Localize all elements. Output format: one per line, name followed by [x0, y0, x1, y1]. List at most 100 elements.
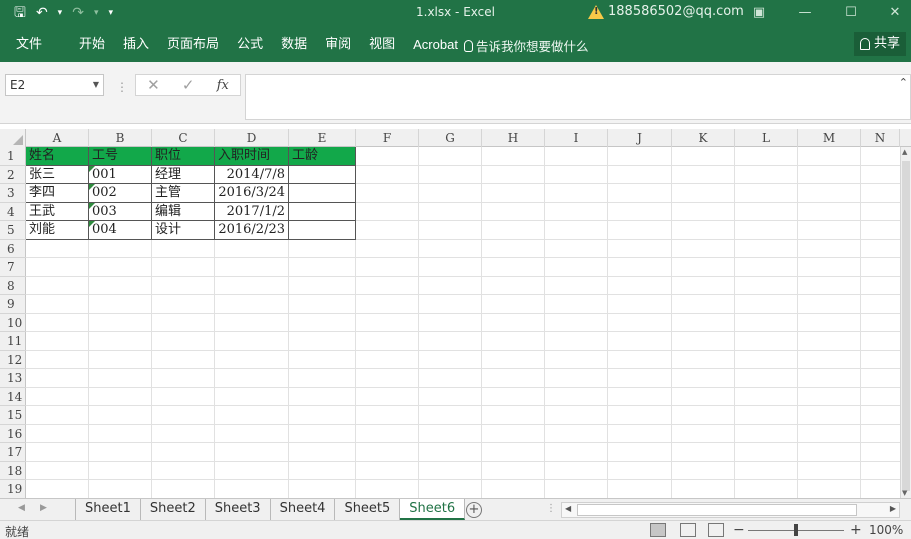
undo-dropdown-icon[interactable]: ▾	[58, 3, 63, 23]
row-header-14[interactable]: 14	[0, 388, 26, 406]
cell-a3[interactable]: 李四	[26, 184, 89, 203]
tell-me-box[interactable]: 告诉我你想要做什么	[464, 36, 589, 55]
row-header-17[interactable]: 17	[0, 443, 26, 462]
zoom-out-button[interactable]: −	[733, 521, 745, 539]
cell-e3[interactable]	[289, 184, 356, 203]
column-header-m[interactable]: M	[798, 129, 861, 147]
column-header-d[interactable]: D	[215, 129, 289, 147]
cell-b3[interactable]: 002	[89, 184, 152, 203]
error-indicator-icon[interactable]	[89, 165, 95, 172]
tab-split-grip[interactable]: ⋮	[546, 503, 556, 514]
sheet-tab-sheet2[interactable]: Sheet2	[141, 499, 206, 520]
tab-home[interactable]: 开始	[70, 36, 114, 54]
error-indicator-icon[interactable]	[89, 184, 95, 190]
cell-e2[interactable]	[289, 165, 356, 184]
scroll-up-icon[interactable]: ▲	[902, 148, 907, 156]
row-header-1[interactable]: 1	[0, 147, 26, 166]
row-header-3[interactable]: 3	[0, 184, 26, 203]
formula-bar-grip[interactable]: ⋮	[116, 80, 128, 94]
column-header-j[interactable]: J	[608, 129, 672, 147]
customize-qat-icon[interactable]: ▾	[108, 3, 113, 23]
sheet-tab-sheet4[interactable]: Sheet4	[271, 499, 336, 520]
cell-c3[interactable]: 主管	[152, 184, 215, 203]
sheet-tab-sheet1[interactable]: Sheet1	[75, 499, 141, 520]
maximize-icon[interactable]: ☐	[836, 2, 866, 24]
column-header-k[interactable]: K	[672, 129, 735, 147]
close-icon[interactable]: ✕	[880, 2, 910, 24]
ribbon-display-options-icon[interactable]: ▣	[744, 2, 774, 24]
name-box[interactable]: E2 ▼	[5, 74, 104, 96]
undo-icon[interactable]: ↶	[36, 3, 48, 23]
row-header-8[interactable]: 8	[0, 277, 26, 295]
normal-view-icon[interactable]	[650, 523, 666, 537]
horizontal-scroll-thumb[interactable]	[577, 504, 857, 516]
cell-d1[interactable]: 入职时间	[215, 147, 289, 166]
row-header-10[interactable]: 10	[0, 314, 26, 332]
tab-file[interactable]: 文件	[16, 36, 70, 54]
cancel-icon[interactable]: ✕	[147, 76, 160, 94]
cell-area[interactable]: 姓名 工号 职位 入职时间 工龄 张三 001 经理 2014/7/8 李四 002 主管 2016/3…	[26, 147, 900, 498]
cell-b4[interactable]: 003	[89, 202, 152, 221]
column-header-h[interactable]: H	[482, 129, 545, 147]
cell-b1[interactable]: 工号	[89, 147, 152, 166]
row-header-13[interactable]: 13	[0, 369, 26, 388]
cell-c2[interactable]: 经理	[152, 165, 215, 184]
cell-c1[interactable]: 职位	[152, 147, 215, 166]
horizontal-scrollbar[interactable]: ◀ ▶	[561, 502, 900, 518]
column-header-l[interactable]: L	[735, 129, 798, 147]
cell-c5[interactable]: 设计	[152, 221, 215, 240]
cell-e4[interactable]	[289, 202, 356, 221]
new-sheet-button[interactable]: +	[466, 502, 482, 518]
row-header-9[interactable]: 9	[0, 295, 26, 314]
sheet-tab-sheet3[interactable]: Sheet3	[206, 499, 271, 520]
sheet-tab-sheet5[interactable]: Sheet5	[335, 499, 401, 520]
row-header-18[interactable]: 18	[0, 462, 26, 480]
prev-sheet-icon[interactable]: ◀	[18, 503, 25, 513]
column-header-a[interactable]: A	[26, 129, 89, 147]
account-info[interactable]: 188586502@qq.com	[588, 4, 744, 19]
tab-page-layout[interactable]: 页面布局	[158, 36, 228, 54]
cell-d2[interactable]: 2014/7/8	[215, 165, 289, 184]
select-all-button[interactable]	[0, 129, 26, 147]
row-header-2[interactable]: 2	[0, 166, 26, 184]
tab-acrobat[interactable]: Acrobat	[404, 36, 467, 54]
tab-insert[interactable]: 插入	[114, 36, 158, 54]
row-header-7[interactable]: 7	[0, 258, 26, 277]
zoom-in-button[interactable]: +	[850, 521, 862, 539]
scroll-right-icon[interactable]: ▶	[890, 504, 896, 513]
tab-formulas[interactable]: 公式	[228, 36, 272, 54]
cell-e5[interactable]	[289, 221, 356, 240]
cell-a1[interactable]: 姓名	[26, 147, 89, 166]
column-header-c[interactable]: C	[152, 129, 215, 147]
minimize-icon[interactable]: —	[790, 2, 820, 24]
cell-d5[interactable]: 2016/2/23	[215, 221, 289, 240]
column-header-g[interactable]: G	[419, 129, 482, 147]
zoom-level[interactable]: 100%	[869, 523, 903, 537]
row-header-19[interactable]: 19	[0, 480, 26, 498]
enter-icon[interactable]: ✓	[182, 76, 195, 94]
row-header-12[interactable]: 12	[0, 351, 26, 369]
row-header-5[interactable]: 5	[0, 221, 26, 240]
row-header-15[interactable]: 15	[0, 406, 26, 425]
row-header-11[interactable]: 11	[0, 332, 26, 351]
cell-c4[interactable]: 编辑	[152, 202, 215, 221]
column-header-i[interactable]: I	[545, 129, 608, 147]
insert-function-icon[interactable]: fx	[217, 78, 229, 93]
cell-b5[interactable]: 004	[89, 221, 152, 240]
redo-dropdown-icon[interactable]: ▾	[94, 3, 99, 23]
row-header-4[interactable]: 4	[0, 203, 26, 221]
tab-review[interactable]: 审阅	[316, 36, 360, 54]
vertical-scroll-thumb[interactable]	[902, 161, 910, 491]
redo-icon[interactable]: ↷	[72, 3, 84, 23]
scroll-left-icon[interactable]: ◀	[565, 504, 571, 513]
column-header-b[interactable]: B	[89, 129, 152, 147]
cell-b2[interactable]: 001	[89, 165, 152, 184]
column-header-e[interactable]: E	[289, 129, 356, 147]
column-header-n[interactable]: N	[861, 129, 900, 147]
cell-d4[interactable]: 2017/1/2	[215, 202, 289, 221]
cell-a2[interactable]: 张三	[26, 165, 89, 184]
scroll-down-icon[interactable]: ▼	[902, 489, 907, 497]
cell-a5[interactable]: 刘能	[26, 221, 89, 240]
formula-input[interactable]	[245, 74, 911, 120]
row-header-16[interactable]: 16	[0, 425, 26, 443]
